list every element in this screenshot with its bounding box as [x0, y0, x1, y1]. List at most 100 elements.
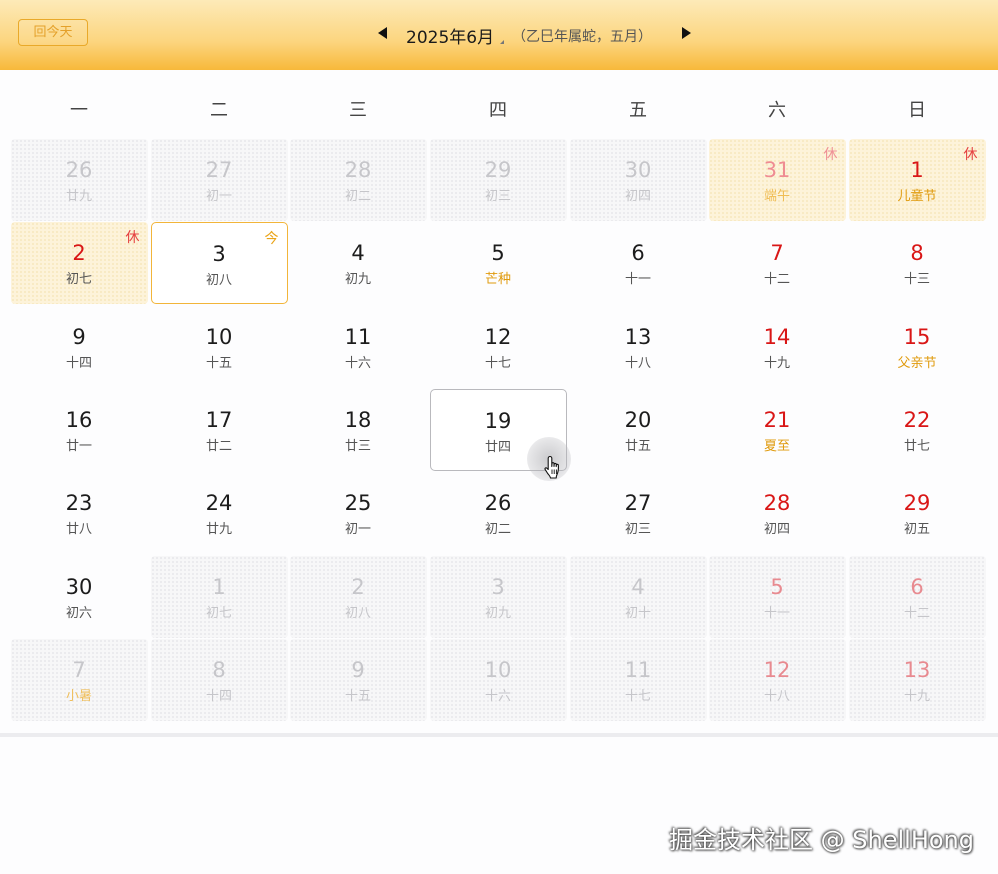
day-cell[interactable]: 6 十二 — [848, 556, 986, 638]
solar-date: 6 — [631, 241, 645, 265]
solar-date: 23 — [65, 491, 93, 515]
lunar-date: 初二 — [484, 522, 511, 537]
lunar-date: 十六 — [484, 689, 511, 704]
day-cell[interactable]: 11 十七 — [569, 639, 707, 721]
day-cell[interactable]: 12 十七 — [430, 306, 567, 388]
day-cell[interactable]: 29 初三 — [429, 139, 567, 221]
back-to-today-button[interactable]: 回今天 — [18, 19, 88, 46]
lunar-date: 十四 — [205, 689, 232, 704]
lunar-date: 十五 — [344, 689, 371, 704]
solar-date: 10 — [484, 658, 512, 682]
festival-label: 芒种 — [484, 272, 511, 287]
day-cell[interactable]: 20 廿五 — [570, 389, 707, 471]
day-cell[interactable]: 10 十六 — [429, 639, 567, 721]
day-cell[interactable]: 27 初三 — [570, 472, 707, 554]
day-cell[interactable]: 7 十二 — [709, 222, 846, 304]
solar-date: 12 — [484, 325, 512, 349]
day-cell[interactable]: 15 父亲节 — [849, 306, 986, 388]
day-cell[interactable]: 23 廿八 — [11, 472, 148, 554]
day-cell[interactable]: 25 初一 — [290, 472, 427, 554]
day-cell[interactable]: 4 初九 — [290, 222, 427, 304]
solar-date: 6 — [910, 575, 924, 599]
lunar-date: 初一 — [344, 522, 371, 537]
day-cell[interactable]: 11 十六 — [290, 306, 427, 388]
day-cell[interactable]: 18 廿三 — [290, 389, 427, 471]
lunar-date: 初七 — [65, 272, 92, 287]
day-cell[interactable]: 28 初四 — [709, 472, 846, 554]
solar-date: 30 — [624, 158, 652, 182]
solar-date: 28 — [763, 491, 791, 515]
day-cell[interactable]: 9 十四 — [11, 306, 148, 388]
lunar-date: 廿一 — [65, 439, 92, 454]
lunar-date: 初十 — [624, 606, 651, 621]
day-cell[interactable]: 30 初六 — [11, 556, 148, 638]
day-cell[interactable]: 6 十一 — [570, 222, 707, 304]
day-cell[interactable]: 27 初一 — [150, 139, 288, 221]
day-cell[interactable]: 9 十五 — [289, 639, 427, 721]
lunar-date: 十六 — [344, 356, 371, 371]
solar-date: 29 — [903, 491, 931, 515]
day-cell[interactable]: 26 初二 — [430, 472, 567, 554]
month-dropdown-caret-icon[interactable] — [500, 40, 504, 44]
day-cell[interactable]: 31 端午休 — [708, 139, 846, 221]
day-cell[interactable]: 8 十三 — [849, 222, 986, 304]
solar-date: 13 — [903, 658, 931, 682]
solar-date: 7 — [72, 658, 86, 682]
day-cell[interactable]: 1 儿童节休 — [848, 139, 986, 221]
lunar-date: 初六 — [65, 606, 92, 621]
prev-month-arrow-icon[interactable] — [378, 27, 387, 39]
solar-date: 18 — [344, 408, 372, 432]
calendar-bottom-divider — [0, 733, 998, 737]
day-cell[interactable]: 17 廿二 — [151, 389, 288, 471]
lunar-date: 初一 — [205, 189, 232, 204]
month-title[interactable]: 2025年6月 — [406, 23, 494, 48]
day-cell[interactable]: 29 初五 — [849, 472, 986, 554]
day-cell[interactable]: 7 小暑 — [10, 639, 148, 721]
solar-date: 26 — [484, 491, 512, 515]
day-cell-today[interactable]: 3 初八今 — [150, 222, 288, 304]
solar-date: 11 — [344, 325, 372, 349]
weekday-header: 二 — [210, 100, 228, 121]
day-cell[interactable]: 2 初八 — [289, 556, 427, 638]
lunar-date: 十一 — [624, 272, 651, 287]
weekday-header: 一 — [70, 100, 88, 121]
next-month-arrow-icon[interactable] — [682, 27, 691, 39]
day-cell[interactable]: 30 初四 — [569, 139, 707, 221]
day-cell[interactable]: 21 夏至 — [709, 389, 846, 471]
lunar-date: 廿七 — [903, 439, 930, 454]
day-cell[interactable]: 22 廿七 — [849, 389, 986, 471]
solar-date: 9 — [72, 325, 86, 349]
lunar-date: 初九 — [344, 272, 371, 287]
day-cell[interactable]: 5 十一 — [708, 556, 846, 638]
day-cell[interactable]: 3 初九 — [429, 556, 567, 638]
solar-date: 28 — [344, 158, 372, 182]
festival-label: 儿童节 — [897, 189, 937, 204]
day-cell[interactable]: 10 十五 — [151, 306, 288, 388]
solar-date: 17 — [205, 408, 233, 432]
day-cell[interactable]: 26 廿九 — [10, 139, 148, 221]
weekday-header: 五 — [629, 100, 647, 121]
day-cell[interactable]: 1 初七 — [150, 556, 288, 638]
watermark-text: 掘金技术社区 @ ShellHong — [669, 826, 974, 854]
lunar-date: 初七 — [205, 606, 232, 621]
day-cell[interactable]: 2 初七休 — [10, 222, 148, 304]
solar-date: 7 — [770, 241, 784, 265]
solar-date: 5 — [770, 575, 784, 599]
day-cell[interactable]: 13 十八 — [570, 306, 707, 388]
day-cell[interactable]: 8 十四 — [150, 639, 288, 721]
lunar-date: 十二 — [903, 606, 930, 621]
lunar-date: 十五 — [205, 356, 232, 371]
solar-date: 20 — [624, 408, 652, 432]
day-cell[interactable]: 5 芒种 — [430, 222, 567, 304]
day-cell[interactable]: 24 廿九 — [151, 472, 288, 554]
day-cell[interactable]: 28 初二 — [289, 139, 427, 221]
day-cell[interactable]: 14 十九 — [709, 306, 846, 388]
solar-date: 4 — [631, 575, 645, 599]
lunar-date: 初九 — [484, 606, 511, 621]
lunar-date: 十九 — [763, 356, 790, 371]
lunar-date: 初四 — [624, 189, 651, 204]
day-cell[interactable]: 12 十八 — [708, 639, 846, 721]
day-cell[interactable]: 13 十九 — [848, 639, 986, 721]
day-cell[interactable]: 16 廿一 — [11, 389, 148, 471]
day-cell[interactable]: 4 初十 — [569, 556, 707, 638]
